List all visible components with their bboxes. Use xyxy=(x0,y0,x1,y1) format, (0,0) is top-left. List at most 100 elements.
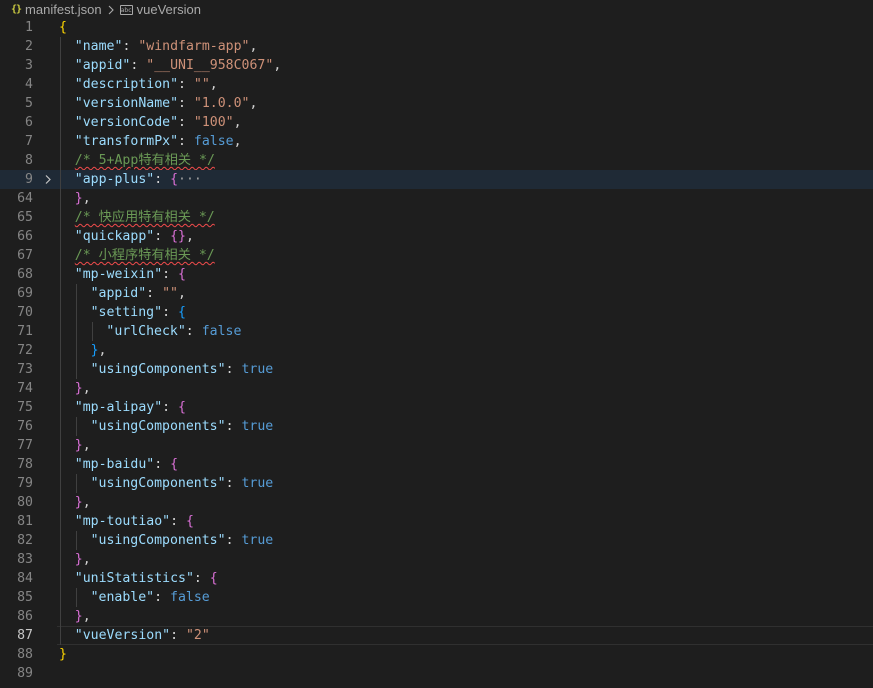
code-token: "name" xyxy=(74,39,123,54)
breadcrumb: {} manifest.json abc vueVersion xyxy=(0,0,873,19)
indent-guide xyxy=(75,531,77,550)
code-token: : xyxy=(225,533,242,548)
code-line[interactable]: 81 "mp-toutiao": { xyxy=(0,512,873,531)
code-line[interactable]: 4 "description": "", xyxy=(0,75,873,94)
code-line[interactable]: 69 "appid": "", xyxy=(0,284,873,303)
code-token: : xyxy=(146,286,163,301)
code-token: { xyxy=(59,20,67,35)
code-content: "mp-toutiao": { xyxy=(75,512,194,531)
code-content: }, xyxy=(75,493,91,512)
code-line[interactable]: 65 /* 快应用特有相关 */ xyxy=(0,208,873,227)
code-line[interactable]: 64}, xyxy=(0,189,873,208)
indent-guide xyxy=(60,284,61,303)
code-line[interactable]: 2 "name": "windfarm-app", xyxy=(0,37,873,56)
code-line[interactable]: 5 "versionName": "1.0.0", xyxy=(0,94,873,113)
line-number: 89 xyxy=(17,666,33,681)
code-line[interactable]: 8 /* 5+App特有相关 */ xyxy=(0,151,873,170)
code-token: : xyxy=(225,362,242,377)
code-token: "mp-toutiao" xyxy=(74,514,171,529)
code-line[interactable]: 71 "urlCheck": false xyxy=(0,322,873,341)
code-content: "usingComponents": true xyxy=(91,360,274,379)
code-token: { xyxy=(178,400,186,415)
code-line[interactable]: 84 "uniStatistics": { xyxy=(0,569,873,588)
code-token: "2" xyxy=(185,628,210,643)
line-number: 76 xyxy=(17,419,33,434)
code-line[interactable]: 79 "usingComponents": true xyxy=(0,474,873,493)
code-token: true xyxy=(241,476,274,491)
code-content: "enable": false xyxy=(91,588,210,607)
code-token: : xyxy=(154,457,171,472)
chevron-right-icon xyxy=(108,5,114,14)
line-number: 4 xyxy=(25,77,33,92)
code-line[interactable]: 87 "vueVersion": "2" xyxy=(0,626,873,645)
code-token: } xyxy=(74,495,83,510)
code-token: : xyxy=(130,58,147,73)
code-line[interactable]: 1{ xyxy=(0,18,873,37)
code-content: }, xyxy=(75,550,91,569)
indent-guide xyxy=(60,417,61,436)
indent-guide xyxy=(60,189,61,208)
indent-guide xyxy=(60,94,61,113)
code-line[interactable]: 7 "transformPx": false, xyxy=(0,132,873,151)
code-content: /* 5+App特有相关 */ xyxy=(75,151,215,170)
code-line[interactable]: 83}, xyxy=(0,550,873,569)
code-comment: /* 快应用特有相关 */ xyxy=(74,210,215,225)
code-content: "versionCode": "100", xyxy=(75,113,242,132)
code-content: }, xyxy=(75,379,91,398)
code-token: false xyxy=(170,590,210,605)
code-line[interactable]: 66 "quickapp": {}, xyxy=(0,227,873,246)
code-line[interactable]: 88} xyxy=(0,645,873,664)
breadcrumb-symbol[interactable]: vueVersion xyxy=(137,2,201,17)
code-content: "name": "windfarm-app", xyxy=(75,37,258,56)
code-line[interactable]: 9 "app-plus": {··· xyxy=(0,170,873,189)
line-number: 1 xyxy=(25,20,33,35)
fold-chevron-right-icon[interactable] xyxy=(43,174,53,185)
code-line[interactable]: 75 "mp-alipay": { xyxy=(0,398,873,417)
code-token: : xyxy=(178,115,194,130)
code-line[interactable]: 89 xyxy=(0,664,873,683)
code-line[interactable]: 85 "enable": false xyxy=(0,588,873,607)
code-content: "usingComponents": true xyxy=(91,474,274,493)
code-token: } xyxy=(74,609,83,624)
code-token: } xyxy=(74,552,83,567)
code-line[interactable]: 72}, xyxy=(0,341,873,360)
code-token: "usingComponents" xyxy=(90,419,226,434)
code-line[interactable]: 80}, xyxy=(0,493,873,512)
code-line[interactable]: 77}, xyxy=(0,436,873,455)
code-line[interactable]: 78 "mp-baidu": { xyxy=(0,455,873,474)
code-line[interactable]: 3 "appid": "__UNI__958C067", xyxy=(0,56,873,75)
code-line[interactable]: 70 "setting": { xyxy=(0,303,873,322)
code-token: , xyxy=(233,115,242,130)
code-content: { xyxy=(59,18,67,37)
code-content: } xyxy=(59,645,67,664)
code-content: "vueVersion": "2" xyxy=(75,626,210,645)
code-line[interactable]: 86}, xyxy=(0,607,873,626)
code-token: : xyxy=(162,400,179,415)
indent-guide xyxy=(75,284,77,303)
code-token: { xyxy=(170,457,179,472)
indent-guide xyxy=(60,246,61,265)
indent-guide xyxy=(60,303,61,322)
line-number: 68 xyxy=(17,267,33,282)
code-token: , xyxy=(249,96,258,111)
code-token: : xyxy=(178,77,194,92)
code-line[interactable]: 74}, xyxy=(0,379,873,398)
indent-guide xyxy=(60,75,61,94)
code-token: "description" xyxy=(74,77,179,92)
code-token: "mp-alipay" xyxy=(74,400,163,415)
breadcrumb-file[interactable]: manifest.json xyxy=(25,2,102,17)
code-content: "transformPx": false, xyxy=(75,132,242,151)
code-content: "versionName": "1.0.0", xyxy=(75,94,258,113)
code-token: { xyxy=(185,514,194,529)
code-line[interactable]: 6 "versionCode": "100", xyxy=(0,113,873,132)
line-number: 88 xyxy=(17,647,33,662)
code-line[interactable]: 82 "usingComponents": true xyxy=(0,531,873,550)
code-line[interactable]: 73 "usingComponents": true xyxy=(0,360,873,379)
code-line[interactable]: 68 "mp-weixin": { xyxy=(0,265,873,284)
code-token: "" xyxy=(162,286,178,301)
line-number: 64 xyxy=(17,191,33,206)
code-line[interactable]: 67 /* 小程序特有相关 */ xyxy=(0,246,873,265)
code-line[interactable]: 76 "usingComponents": true xyxy=(0,417,873,436)
indent-guide xyxy=(60,607,61,626)
editor-text-area[interactable]: 1{2 "name": "windfarm-app", 3 "appid": "__U… xyxy=(0,18,873,688)
